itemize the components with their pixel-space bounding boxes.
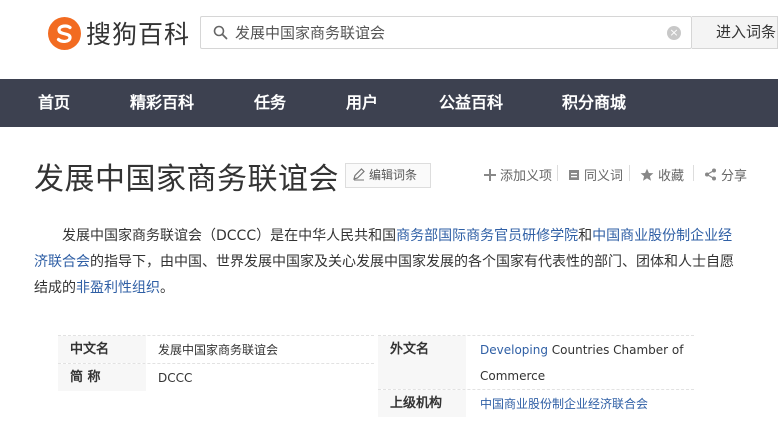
info-row-parent-org: 上级机构 中国商业股份制企业经济联合会	[378, 389, 694, 417]
info-row-abbreviation: 简 称 DCCC	[58, 363, 374, 391]
nav-item-charity[interactable]: 公益百科	[439, 79, 503, 127]
nav-item-points-mall[interactable]: 积分商城	[562, 79, 626, 127]
info-key: 中文名	[58, 336, 146, 363]
favorite-action[interactable]: 收藏	[640, 165, 684, 184]
nav-item-home[interactable]: 首页	[38, 79, 70, 127]
star-icon	[640, 168, 654, 181]
search-box: ×	[200, 16, 692, 49]
info-row-foreign-name: 外文名 Developing Countries Chamber of Comm…	[378, 335, 694, 389]
favorite-label: 收藏	[658, 169, 685, 184]
pencil-icon	[353, 168, 365, 181]
info-value: DCCC	[158, 371, 193, 385]
search-icon	[213, 25, 228, 44]
info-key: 外文名	[378, 336, 466, 389]
enter-entry-button[interactable]: 进入词条	[692, 16, 778, 49]
summary-text: 。	[160, 280, 174, 296]
divider	[629, 165, 630, 181]
summary-text: 发展中国家商务联谊会（DCCC）是在中华人民共和国	[62, 228, 397, 244]
sogou-logo-icon	[48, 16, 81, 50]
nav-item-users[interactable]: 用户	[346, 79, 378, 127]
nav-item-featured[interactable]: 精彩百科	[130, 79, 194, 127]
info-key: 上级机构	[378, 390, 466, 417]
synonym-label: 同义词	[584, 169, 624, 184]
add-meaning-label: 添加义项	[500, 169, 553, 184]
synonym-action[interactable]: 同义词	[568, 165, 623, 184]
summary-link-mofcom-academy[interactable]: 商务部国际商务官员研修学院	[396, 228, 578, 244]
divider	[557, 165, 558, 181]
share-icon	[705, 168, 716, 181]
document-icon	[569, 169, 579, 180]
add-meaning-action[interactable]: 添加义项	[484, 165, 552, 184]
share-label: 分享	[721, 169, 748, 184]
summary-link-nonprofit[interactable]: 非盈利性组织	[76, 280, 160, 296]
main-nav: 首页 精彩百科 任务 用户 公益百科 积分商城	[0, 79, 778, 127]
edit-entry-button[interactable]: 编辑词条	[345, 163, 431, 188]
info-key: 简 称	[58, 364, 146, 391]
summary-text: 和	[578, 228, 593, 244]
edit-entry-label: 编辑词条	[369, 168, 418, 182]
plus-icon	[484, 168, 496, 181]
search-input[interactable]	[235, 17, 655, 48]
entry-summary: 发展中国家商务联谊会（DCCC）是在中华人民共和国商务部国际商务官员研修学院和中…	[34, 223, 744, 301]
nav-item-tasks[interactable]: 任务	[254, 79, 286, 127]
page-title: 发展中国家商务联谊会	[34, 162, 339, 197]
logo-text: 搜狗百科	[86, 20, 191, 49]
info-value-link[interactable]: 中国商业股份制企业经济联合会	[480, 397, 648, 411]
info-value: Developing Countries Chamber of Commerce	[468, 336, 694, 389]
clear-icon[interactable]: ×	[667, 26, 681, 40]
info-row-chinese-name: 中文名 发展中国家商务联谊会	[58, 335, 374, 363]
basic-info-left: 中文名 发展中国家商务联谊会 简 称 DCCC	[58, 335, 374, 391]
top-bar: 搜狗百科 × 进入词条	[0, 0, 778, 79]
share-action[interactable]: 分享	[704, 165, 747, 184]
info-value: 中国商业股份制企业经济联合会	[468, 390, 694, 418]
divider	[693, 165, 694, 181]
basic-info-right: 外文名 Developing Countries Chamber of Comm…	[378, 335, 694, 417]
info-value-link[interactable]: Developing	[480, 343, 548, 357]
info-value: 发展中国家商务联谊会	[158, 343, 279, 357]
logo[interactable]: 搜狗百科	[48, 15, 190, 51]
